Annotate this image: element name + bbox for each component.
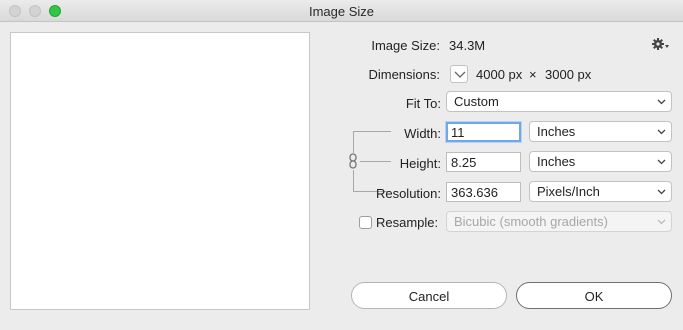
dimensions-label: Dimensions: [368,67,440,82]
chevron-down-icon [657,189,666,195]
fit-to-select[interactable]: Custom [446,91,672,112]
width-label: Width: [404,126,441,141]
fit-to-value: Custom [454,94,499,109]
resample-label[interactable]: Resample: [376,215,438,230]
resolution-label: Resolution: [375,186,441,201]
image-preview[interactable] [10,32,310,310]
resolution-unit-value: Pixels/Inch [537,184,600,199]
chevron-down-icon [657,99,666,105]
cancel-button[interactable]: Cancel [351,282,507,309]
resample-method-value: Bicubic (smooth gradients) [454,214,608,229]
chevron-down-icon [657,219,666,225]
height-label: Height: [399,156,441,171]
width-unit-value: Inches [537,124,576,139]
ok-button[interactable]: OK [516,282,672,309]
dimensions-times: × [529,67,537,82]
height-input[interactable]: 8.25 [446,152,521,172]
image-size-value: 34.3M [449,38,486,53]
gear-icon[interactable] [652,37,670,51]
resolution-input[interactable]: 363.636 [446,182,521,202]
dimensions-units-toggle[interactable] [450,65,468,83]
resample-checkbox[interactable] [359,216,372,229]
chevron-down-icon [454,71,466,78]
window-title: Image Size [308,4,375,19]
chevron-down-icon [657,129,666,135]
chevron-down-icon [657,159,666,165]
title-bar: Image Size [0,0,683,22]
width-unit-select[interactable]: Inches [529,121,672,142]
image-size-label: Image Size: [371,38,440,53]
dimensions-width-value: 4000 px [476,67,523,82]
height-unit-value: Inches [537,154,576,169]
resample-method-select: Bicubic (smooth gradients) [446,211,672,232]
width-input[interactable]: 11 [446,122,521,142]
height-unit-select[interactable]: Inches [529,151,672,172]
resolution-unit-select[interactable]: Pixels/Inch [529,181,672,202]
fit-to-label: Fit To: [405,96,441,111]
dimensions-height-value: 3000 px [545,67,592,82]
